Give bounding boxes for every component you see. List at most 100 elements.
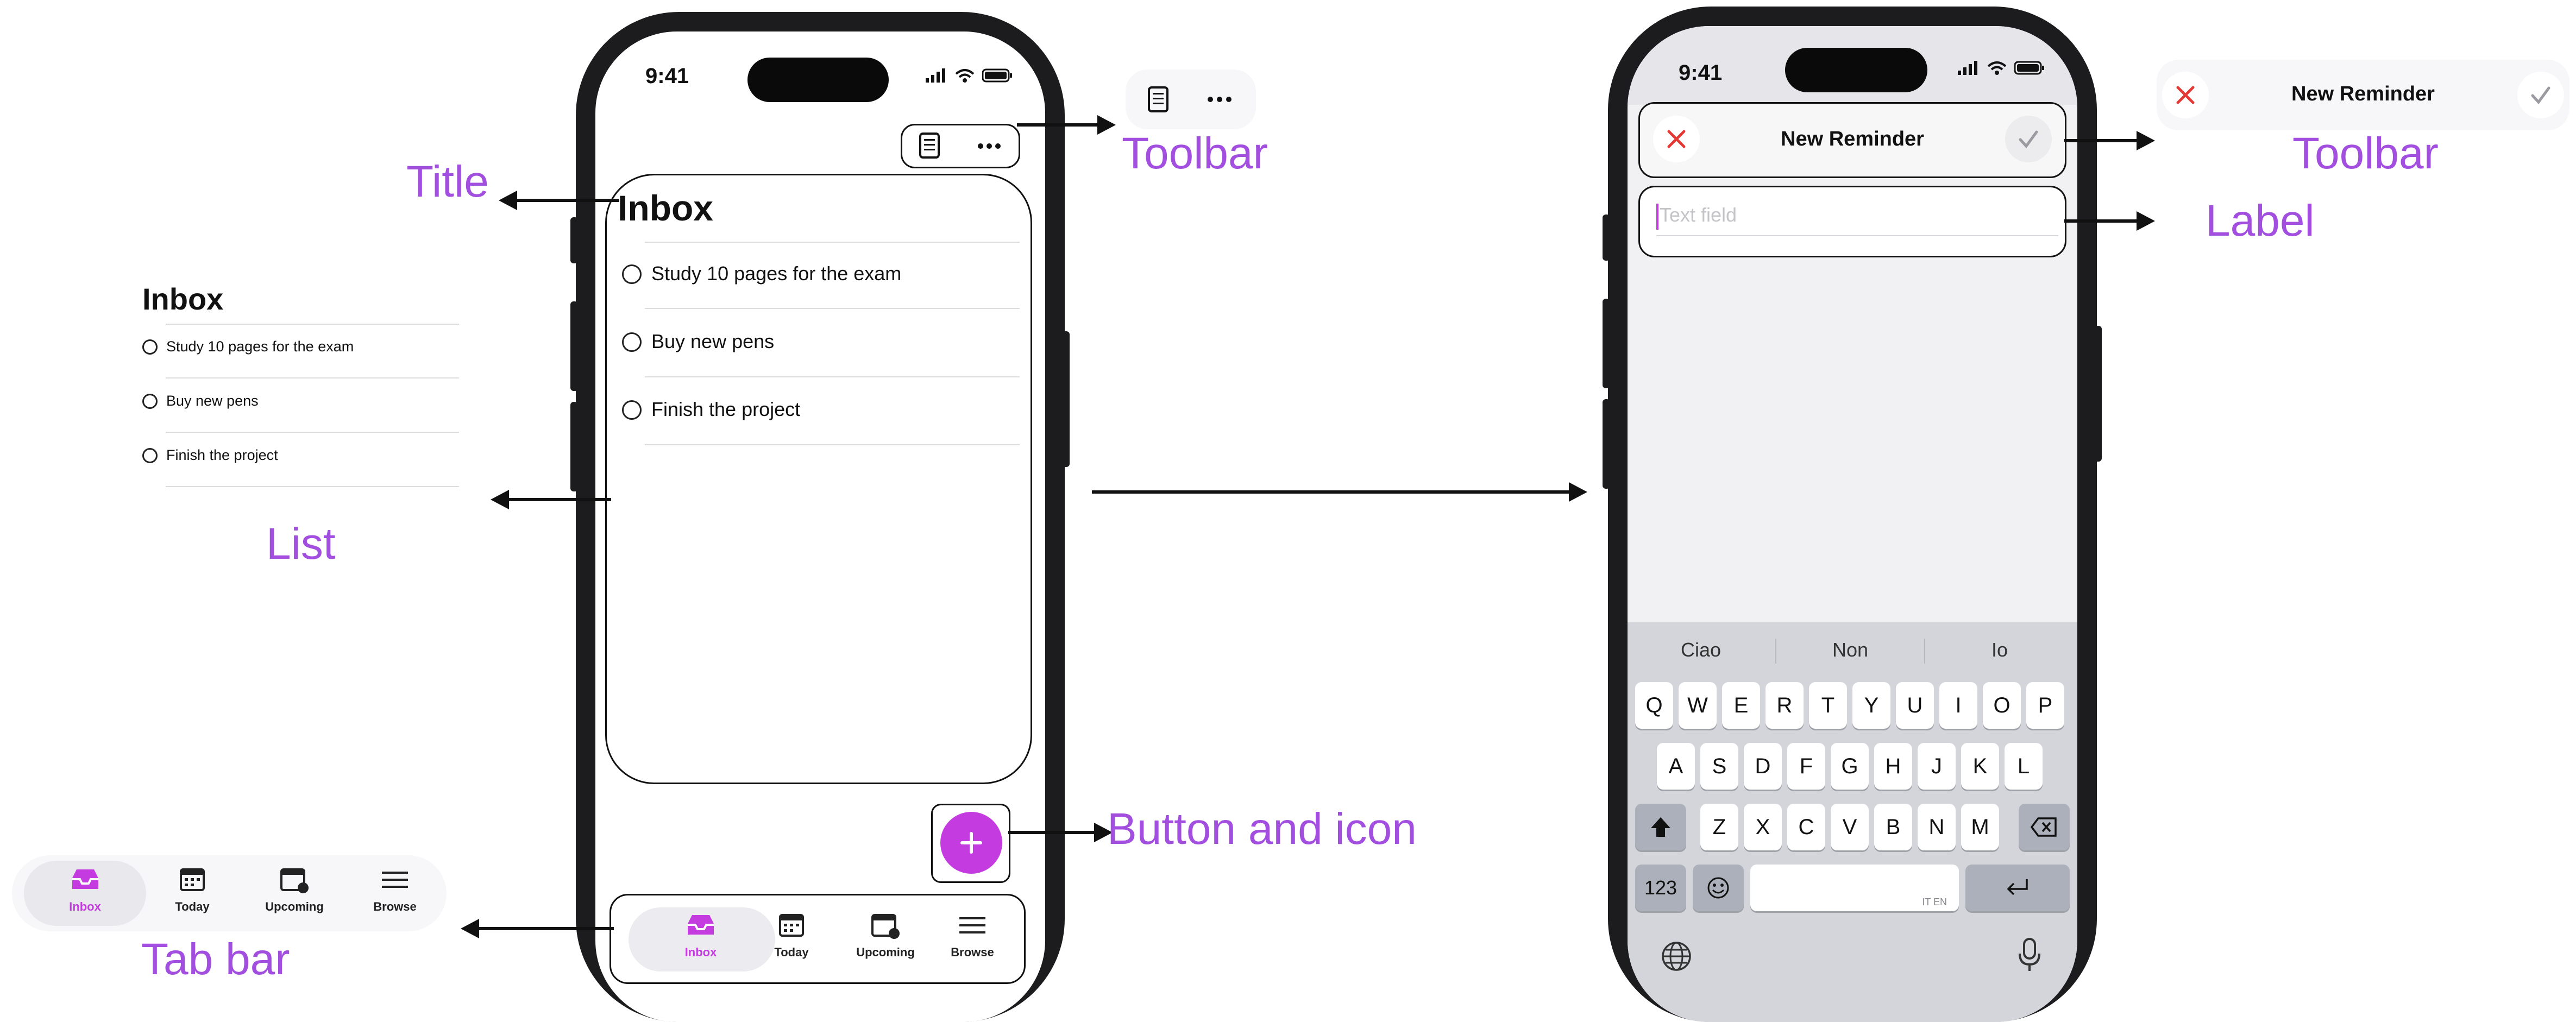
list-item[interactable]: Buy new pens <box>620 329 1022 367</box>
tab-upcoming[interactable]: Upcoming <box>839 913 932 960</box>
tab-inbox[interactable]: Inbox <box>633 913 769 960</box>
checkmark-icon <box>2531 86 2550 104</box>
inset-tab-bar: Inbox Today Upcoming Browse <box>12 855 447 931</box>
more-icon[interactable] <box>977 143 1001 149</box>
sheet-toolbar: New Reminder <box>1638 102 2066 178</box>
signal-icon <box>926 68 945 83</box>
checkmark-icon <box>2019 130 2038 148</box>
key-h[interactable]: H <box>1874 743 1912 790</box>
prediction[interactable]: Ciao <box>1628 639 1774 661</box>
key-d[interactable]: D <box>1744 743 1782 790</box>
list-item: Finish the project <box>142 447 468 475</box>
list-item: Study 10 pages for the exam <box>142 338 468 367</box>
text-cursor <box>1656 204 1658 230</box>
keyboard: Ciao Non Io QWERTYUIOP ASDFGHJKL ZXCVBNM… <box>1628 622 2077 1022</box>
key-q[interactable]: Q <box>1635 682 1673 729</box>
delete-key[interactable] <box>2019 804 2070 850</box>
label-frame: Text field <box>1638 186 2066 257</box>
calendar-clock-icon <box>280 868 309 893</box>
callout-list: List <box>266 519 336 569</box>
key-j[interactable]: J <box>1918 743 1956 790</box>
more-icon[interactable] <box>1207 96 1232 103</box>
inset-tab-upcoming[interactable]: Upcoming <box>246 867 343 914</box>
emoji-key[interactable] <box>1693 865 1744 911</box>
status-time: 9:41 <box>1679 61 1723 85</box>
phone-right: 9:41 New Reminder Text field Ciao Non Io… <box>1608 7 2097 1022</box>
text-field[interactable]: Text field <box>1660 204 1737 226</box>
calendar-clock-icon <box>871 914 900 939</box>
callout-toolbar-left: Toolbar <box>1122 129 1268 178</box>
list-item[interactable]: Finish the project <box>620 397 1022 435</box>
key-t[interactable]: T <box>1809 682 1847 729</box>
key-g[interactable]: G <box>1831 743 1869 790</box>
key-r[interactable]: R <box>1765 682 1804 729</box>
key-z[interactable]: Z <box>1700 804 1738 850</box>
prediction[interactable]: Io <box>1926 639 2073 661</box>
key-y[interactable]: Y <box>1852 682 1890 729</box>
confirm-button[interactable] <box>2517 72 2564 118</box>
list-item[interactable]: Study 10 pages for the exam <box>620 261 1022 299</box>
inset-tab-today[interactable]: Today <box>154 867 230 914</box>
wifi-icon <box>1987 61 2007 75</box>
menu-icon <box>382 872 408 888</box>
key-i[interactable]: I <box>1939 682 1977 729</box>
inset-tab-inbox[interactable]: Inbox <box>24 867 146 914</box>
prediction[interactable]: Non <box>1777 639 1924 661</box>
key-f[interactable]: F <box>1787 743 1825 790</box>
key-e[interactable]: E <box>1722 682 1760 729</box>
shift-icon <box>1651 817 1670 837</box>
calendar-icon <box>180 868 205 891</box>
wifi-icon <box>955 69 975 83</box>
tab-browse[interactable]: Browse <box>937 913 1008 960</box>
key-p[interactable]: P <box>2026 682 2064 729</box>
key-k[interactable]: K <box>1961 743 1999 790</box>
key-x[interactable]: X <box>1744 804 1782 850</box>
battery-icon <box>982 68 1012 83</box>
globe-icon[interactable] <box>1660 940 1693 973</box>
key-c[interactable]: C <box>1787 804 1825 850</box>
space-hint: IT EN <box>1922 897 1947 907</box>
calendar-icon <box>779 914 804 937</box>
key-w[interactable]: W <box>1679 682 1717 729</box>
space-key[interactable]: IT EN <box>1750 865 1959 911</box>
key-s[interactable]: S <box>1700 743 1738 790</box>
numbers-key[interactable]: 123 <box>1635 865 1686 911</box>
signal-icon <box>1958 61 1977 75</box>
key-b[interactable]: B <box>1874 804 1912 850</box>
notebook-icon[interactable] <box>1147 86 1169 113</box>
key-u[interactable]: U <box>1896 682 1934 729</box>
confirm-button[interactable] <box>2005 116 2052 162</box>
return-key[interactable] <box>1965 865 2070 911</box>
menu-icon <box>959 917 985 933</box>
key-o[interactable]: O <box>1983 682 2021 729</box>
inset-tab-browse[interactable]: Browse <box>354 867 436 914</box>
list-item: Buy new pens <box>142 393 468 421</box>
inset-toolbar-right: New Reminder <box>2157 60 2569 130</box>
notebook-icon[interactable] <box>919 132 940 159</box>
inset-list: Inbox Study 10 pages for the exam Buy ne… <box>136 272 473 500</box>
callout-tab-bar: Tab bar <box>141 935 290 984</box>
callout-label: Label <box>2206 196 2315 245</box>
shift-key[interactable] <box>1635 804 1686 850</box>
tab-bar-frame: Inbox Today Upcoming Browse <box>610 894 1026 984</box>
key-a[interactable]: A <box>1657 743 1695 790</box>
add-button-frame <box>931 804 1010 883</box>
key-m[interactable]: M <box>1961 804 1999 850</box>
key-n[interactable]: N <box>1918 804 1956 850</box>
inset-toolbar-title: New Reminder <box>2291 83 2435 105</box>
add-button[interactable] <box>940 812 1002 874</box>
list-container: Inbox Study 10 pages for the exam Buy ne… <box>605 174 1032 784</box>
dynamic-island <box>747 58 889 102</box>
key-l[interactable]: L <box>2005 743 2043 790</box>
key-v[interactable]: V <box>1831 804 1869 850</box>
emoji-icon <box>1707 877 1729 899</box>
callout-button-icon: Button and icon <box>1107 804 1417 854</box>
page-title: Inbox <box>618 188 713 228</box>
inbox-icon <box>688 915 714 935</box>
delete-icon <box>2031 817 2057 837</box>
status-icons <box>926 68 1013 83</box>
inbox-icon <box>72 869 98 889</box>
tab-today[interactable]: Today <box>753 913 830 960</box>
return-icon <box>2007 879 2028 895</box>
microphone-icon[interactable] <box>2018 937 2041 972</box>
